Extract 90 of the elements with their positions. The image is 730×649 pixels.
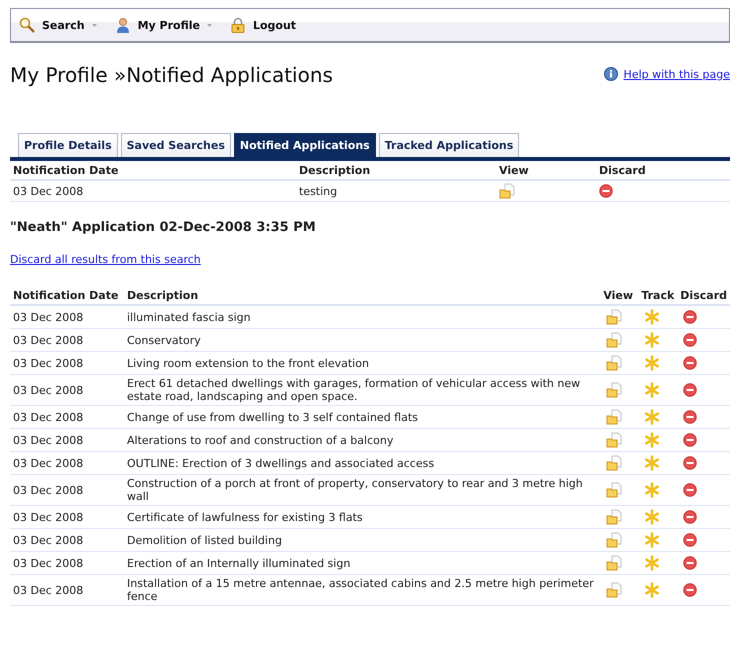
minus-circle-icon[interactable] bbox=[683, 533, 698, 547]
document-folder-icon[interactable] bbox=[606, 309, 622, 325]
info-icon bbox=[604, 67, 618, 81]
asterisk-icon[interactable] bbox=[644, 332, 660, 348]
minus-circle-icon[interactable] bbox=[683, 356, 698, 370]
column-header: Notification Date bbox=[10, 286, 124, 305]
tab[interactable]: Saved Searches bbox=[120, 133, 231, 157]
asterisk-icon[interactable] bbox=[644, 309, 660, 325]
column-header: Description bbox=[296, 161, 496, 180]
table-cell: Certificate of lawfulness for existing 3 flats bbox=[124, 506, 600, 528]
table-cell: illuminated fascia sign bbox=[124, 305, 600, 328]
table-cell: Conservatory bbox=[124, 328, 600, 352]
caret-icon bbox=[206, 24, 212, 26]
search-heading: "Neath" Application 02-Dec-2008 3:35 PM bbox=[10, 220, 317, 235]
column-header: Discard bbox=[596, 161, 730, 180]
toolbar-button[interactable]: Logout bbox=[226, 15, 300, 35]
person-icon bbox=[114, 17, 131, 33]
column-header: View bbox=[600, 286, 638, 305]
table-cell: Living room extension to the front elevation bbox=[124, 352, 600, 374]
asterisk-icon[interactable] bbox=[644, 509, 660, 525]
minus-circle-icon[interactable] bbox=[599, 184, 613, 198]
column-header: View bbox=[496, 161, 596, 180]
column-header: Track bbox=[638, 286, 678, 305]
table-cell: 03 Dec 2008 bbox=[10, 352, 124, 374]
asterisk-icon[interactable] bbox=[644, 555, 660, 571]
table-cell: 03 Dec 2008 bbox=[10, 528, 124, 552]
page-title: My Profile »Notified Applications bbox=[10, 63, 333, 87]
minus-circle-icon[interactable] bbox=[683, 410, 698, 424]
document-folder-icon[interactable] bbox=[606, 409, 622, 425]
table-cell: 03 Dec 2008 bbox=[10, 180, 296, 202]
table-cell: Construction of a porch at front of property, conservatory to rear and 3 metre high wall bbox=[124, 474, 600, 506]
document-folder-icon[interactable] bbox=[606, 355, 622, 371]
minus-circle-icon[interactable] bbox=[683, 333, 698, 347]
minus-circle-icon[interactable] bbox=[683, 510, 698, 524]
column-header: Description bbox=[124, 286, 600, 305]
asterisk-icon[interactable] bbox=[644, 382, 660, 398]
document-folder-icon[interactable] bbox=[606, 332, 622, 348]
caret-icon bbox=[92, 24, 97, 26]
document-folder-icon[interactable] bbox=[606, 582, 622, 598]
document-folder-icon[interactable] bbox=[606, 482, 622, 498]
discard-all-link[interactable]: Discard all results from this search bbox=[10, 253, 201, 266]
document-folder-icon[interactable] bbox=[606, 455, 622, 471]
tab[interactable]: Notified Applications bbox=[234, 133, 376, 157]
table-cell: 03 Dec 2008 bbox=[10, 506, 124, 528]
table-cell: OUTLINE: Erection of 3 dwellings and associated access bbox=[124, 452, 600, 474]
table-cell: Erect 61 detached dwellings with garages, formation of vehicular access with new estate road, landscaping and open space. bbox=[124, 374, 600, 406]
table-cell: Change of use from dwelling to 3 self contained flats bbox=[124, 406, 600, 428]
table-cell: 03 Dec 2008 bbox=[10, 374, 124, 406]
table-cell: 03 Dec 2008 bbox=[10, 552, 124, 574]
column-header: Discard bbox=[677, 286, 730, 305]
asterisk-icon[interactable] bbox=[644, 355, 660, 371]
document-folder-icon[interactable] bbox=[499, 183, 515, 199]
asterisk-icon[interactable] bbox=[644, 582, 660, 598]
asterisk-icon[interactable] bbox=[644, 409, 660, 425]
minus-circle-icon[interactable] bbox=[683, 433, 698, 447]
minus-circle-icon[interactable] bbox=[683, 556, 698, 570]
table-cell: 03 Dec 2008 bbox=[10, 406, 124, 428]
table-cell: 03 Dec 2008 bbox=[10, 428, 124, 452]
minus-circle-icon[interactable] bbox=[683, 483, 698, 497]
tab[interactable]: Profile Details bbox=[18, 133, 118, 157]
document-folder-icon[interactable] bbox=[606, 509, 622, 525]
table-cell: 03 Dec 2008 bbox=[10, 328, 124, 352]
table-cell: 03 Dec 2008 bbox=[10, 574, 124, 606]
document-folder-icon[interactable] bbox=[606, 532, 622, 548]
table-cell: Demolition of listed building bbox=[124, 528, 600, 552]
table-cell: 03 Dec 2008 bbox=[10, 452, 124, 474]
document-folder-icon[interactable] bbox=[606, 555, 622, 571]
toolbar-button[interactable]: Search bbox=[15, 15, 101, 35]
asterisk-icon[interactable] bbox=[644, 455, 660, 471]
document-folder-icon[interactable] bbox=[606, 432, 622, 448]
search-icon bbox=[19, 17, 35, 33]
document-folder-icon[interactable] bbox=[606, 382, 622, 398]
minus-circle-icon[interactable] bbox=[683, 310, 698, 324]
minus-circle-icon[interactable] bbox=[683, 583, 698, 597]
tab[interactable]: Tracked Applications bbox=[378, 133, 520, 157]
table-cell: Alterations to roof and construction of a balcony bbox=[124, 428, 600, 452]
asterisk-icon[interactable] bbox=[644, 482, 660, 498]
table-cell: 03 Dec 2008 bbox=[10, 305, 124, 328]
help-link[interactable]: Help with this page bbox=[624, 68, 730, 80]
column-header: Notification Date bbox=[10, 161, 296, 180]
padlock-icon bbox=[230, 17, 246, 33]
table-cell: testing bbox=[296, 180, 496, 202]
table-cell: Erection of an Internally illuminated sign bbox=[124, 552, 600, 574]
asterisk-icon[interactable] bbox=[644, 532, 660, 548]
asterisk-icon[interactable] bbox=[644, 432, 660, 448]
minus-circle-icon[interactable] bbox=[683, 383, 698, 397]
minus-circle-icon[interactable] bbox=[683, 456, 698, 470]
toolbar-button[interactable]: My Profile bbox=[110, 15, 216, 35]
table-cell: 03 Dec 2008 bbox=[10, 474, 124, 506]
table-cell: Installation of a 15 metre antennae, associated cabins and 2.5 metre high perimeter fence bbox=[124, 574, 600, 606]
